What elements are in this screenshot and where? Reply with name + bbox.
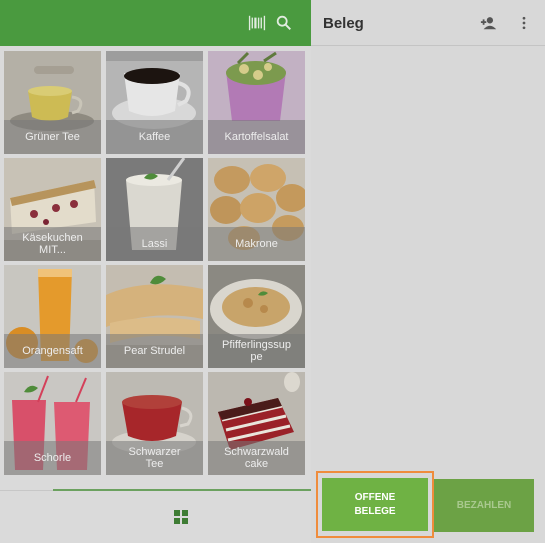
product-tile-gruener-tee[interactable]: Grüner Tee	[4, 51, 101, 154]
product-tile-kaffee[interactable]: Kaffee	[106, 51, 203, 154]
product-label: Kaffee	[106, 120, 203, 154]
product-label: Schwarzer Tee	[106, 441, 203, 475]
open-receipts-button[interactable]: OFFENE BELEGE	[322, 478, 428, 531]
search-icon[interactable]	[274, 13, 294, 33]
grid-view-icon[interactable]	[174, 510, 189, 525]
active-tab-indicator	[53, 489, 311, 491]
product-label: Schorle	[4, 441, 101, 475]
product-toolbar	[0, 0, 311, 46]
add-customer-icon[interactable]	[479, 13, 499, 33]
product-tile-schorle[interactable]: Schorle	[4, 372, 101, 475]
product-tile-kartoffelsalat[interactable]: Kartoffelsalat	[208, 51, 305, 154]
product-tile-pear-strudel[interactable]: Pear Strudel	[106, 265, 203, 368]
pay-button[interactable]: BEZAHLEN	[434, 479, 534, 532]
receipt-panel: Beleg OFFENE BELEGE BEZAHLEN	[311, 0, 545, 543]
product-panel: Grüner Tee Kaffee Kartoffelsalat Käsekuc…	[0, 0, 311, 543]
product-tile-orangensaft[interactable]: Orangensaft	[4, 265, 101, 368]
product-tile-makrone[interactable]: Makrone	[208, 158, 305, 261]
bottom-navigation	[0, 489, 311, 543]
barcode-icon[interactable]	[247, 13, 267, 33]
product-label: Kartoffelsalat	[208, 120, 305, 154]
product-label: Orangensaft	[4, 334, 101, 368]
product-label: Grüner Tee	[4, 120, 101, 154]
more-vert-icon[interactable]	[514, 13, 534, 33]
open-receipts-highlight: OFFENE BELEGE	[316, 471, 434, 538]
product-label: Makrone	[208, 227, 305, 261]
product-tile-schwarzwald-cake[interactable]: Schwarzwald cake	[208, 372, 305, 475]
product-label: Pfifferlingssup pe	[208, 334, 305, 368]
product-label: Lassi	[106, 227, 203, 261]
product-label: Käsekuchen MIT...	[4, 227, 101, 261]
product-tile-kaesekuchen[interactable]: Käsekuchen MIT...	[4, 158, 101, 261]
product-label: Schwarzwald cake	[208, 441, 305, 475]
receipt-title: Beleg	[323, 15, 364, 32]
product-tile-pfifferlingssuppe[interactable]: Pfifferlingssup pe	[208, 265, 305, 368]
product-tile-lassi[interactable]: Lassi	[106, 158, 203, 261]
product-label: Pear Strudel	[106, 334, 203, 368]
product-tile-schwarzer-tee[interactable]: Schwarzer Tee	[106, 372, 203, 475]
receipt-toolbar: Beleg	[311, 0, 545, 46]
product-grid: Grüner Tee Kaffee Kartoffelsalat Käsekuc…	[4, 51, 306, 476]
